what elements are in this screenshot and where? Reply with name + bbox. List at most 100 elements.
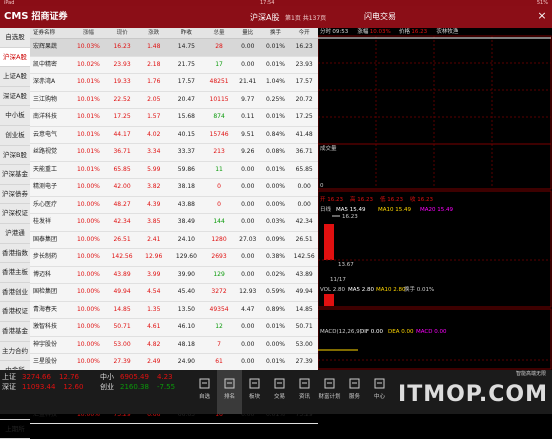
tab-trade[interactable]: 交易 <box>267 370 292 414</box>
cell-ratio: 0.00 <box>241 43 255 50</box>
cell-price: 50.71 <box>113 323 131 330</box>
table-row[interactable]: 丝路视觉 10.01% 36.71 3.34 33.37 213 9.26 0.08% 36.7… <box>30 144 318 162</box>
cell-open: 65.85 <box>295 165 313 173</box>
cell-price: 36.71 <box>113 148 131 155</box>
sidebar-item[interactable]: 香港指数 <box>0 244 30 264</box>
sidebar-item[interactable]: 香港主板 <box>0 263 30 283</box>
kline-high-label: 16.23 <box>342 214 358 220</box>
table-row[interactable]: 青海春天 10.00% 14.85 1.35 13.50 49354 4.47 0.89% 14… <box>30 302 318 319</box>
cell-prev: 14.75 <box>177 43 195 50</box>
tab-star[interactable]: 自选 <box>192 370 217 414</box>
table-row[interactable]: 激智科技 10.00% 50.71 4.61 46.10 12 0.00 0.01% 50.71 <box>30 319 318 337</box>
cell-turn: 0.00% <box>265 340 285 348</box>
flash-trade-button[interactable]: 闪电交易 <box>364 11 396 22</box>
sidebar-item[interactable]: 沪深B股 <box>0 146 30 166</box>
table-row[interactable]: 国泰集团 10.00% 26.51 2.41 24.10 1280 27.03 0.09% 26… <box>30 232 318 249</box>
table-row[interactable]: 博迈科 10.00% 43.89 3.99 39.90 129 0.00 0.02% 43.89 <box>30 267 318 284</box>
column-header[interactable]: 现价 <box>106 28 138 38</box>
sidebar-item[interactable]: 上期所 <box>0 420 30 439</box>
table-row[interactable]: 精测电子 10.00% 42.00 3.82 38.18 0 0.00 0.00% 0.00 <box>30 179 318 197</box>
table-row[interactable]: 乐心医疗 10.00% 48.27 4.39 43.88 0 0.00 0.00% 0.00 <box>30 197 318 214</box>
table-row[interactable]: 国检集团 10.00% 49.94 4.54 45.40 3272 12.93 0.59% 49… <box>30 284 318 302</box>
table-row[interactable]: 桂发祥 10.00% 42.34 3.85 38.49 144 0.00 0.03% 42.34 <box>30 214 318 232</box>
service-icon <box>349 378 360 389</box>
cell-name: 宏辉果蔬 <box>33 43 58 50</box>
table-row[interactable]: 三江购物 10.01% 22.52 2.05 20.47 10115 9.77 0.25% 20… <box>30 92 318 109</box>
index-quote[interactable]: 中小 6905.49 4.23 <box>100 372 173 382</box>
column-header[interactable]: 换手 <box>261 28 291 38</box>
sidebar-item[interactable]: 深证A股 <box>0 87 30 107</box>
sidebar-item[interactable]: 创业板 <box>0 126 30 146</box>
tab-center[interactable]: 中心 <box>367 370 392 414</box>
table-row[interactable]: 天能重工 10.01% 65.85 5.99 59.86 11 0.00 0.01% 65.85 <box>30 162 318 179</box>
cell-price: 44.17 <box>113 130 131 138</box>
sidebar-item[interactable]: 中小板 <box>0 106 30 126</box>
tab-sector[interactable]: 板块 <box>242 370 267 414</box>
column-header[interactable]: 昨收 <box>170 28 204 38</box>
bottom-bar: 上证 3274.66 12.76 深证 11093.44 12.60 中小 6905.49 4.… <box>0 370 552 414</box>
column-header[interactable]: 量比 <box>235 28 261 38</box>
sidebar-item[interactable]: 香港权证 <box>0 302 30 322</box>
cell-vol: 12 <box>215 323 223 330</box>
cell-chg: 12.96 <box>145 253 163 260</box>
sidebar-item[interactable]: 上证A股 <box>0 67 30 87</box>
stock-chart-panel[interactable]: 分时 09:53 涨幅 10.03% 价格 16.23 农林牧渔 成交量 0 开 16.23 高 1… <box>318 28 552 370</box>
column-header[interactable]: 今开 <box>290 28 318 38</box>
sidebar-item[interactable]: 自选股 <box>0 28 30 48</box>
column-header[interactable]: 总量 <box>203 28 235 38</box>
cell-name: 桂发祥 <box>33 218 52 225</box>
sidebar-item[interactable]: 沪深债券 <box>0 185 30 205</box>
table-row[interactable]: 深赤湾A 10.01% 19.33 1.76 17.57 48251 21.41 1.04% 1… <box>30 74 318 92</box>
vol-bar <box>324 294 334 306</box>
tab-service[interactable]: 服务 <box>342 370 367 414</box>
index-quote[interactable]: 创业 2160.38 -7.55 <box>100 382 175 392</box>
cell-chg: 4.39 <box>147 200 161 208</box>
index-quote[interactable]: 深证 11093.44 12.60 <box>2 382 83 392</box>
cell-open: 17.25 <box>295 113 313 120</box>
close-icon[interactable]: × <box>536 9 548 23</box>
sidebar-item[interactable]: 香港基金 <box>0 322 30 342</box>
table-row[interactable]: 三星股份 10.00% 27.39 2.49 24.90 61 0.00 0.01% 27.39 <box>30 354 318 372</box>
sidebar-item[interactable]: 主力合约 <box>0 342 30 362</box>
cell-open: 27.39 <box>295 358 313 365</box>
sidebar-item[interactable]: 沪深A股 <box>0 47 30 68</box>
sidebar-item[interactable]: 沪港通 <box>0 224 30 244</box>
column-header[interactable]: 涨跌 <box>138 28 170 38</box>
cell-prev: 48.18 <box>177 340 195 348</box>
tab-news[interactable]: 资讯 <box>292 370 317 414</box>
index-value: 11093.44 <box>22 383 56 391</box>
sidebar-item[interactable]: 香港创业 <box>0 283 30 303</box>
table-row[interactable]: 宏辉果蔬 10.03% 16.23 1.48 14.75 28 0.00 0.01% 16.23 <box>30 39 318 57</box>
sidebar-item[interactable]: 沪深基金 <box>0 165 30 185</box>
table-row[interactable]: 云意电气 10.01% 44.17 4.02 40.15 15746 9.51 0.84% 41… <box>30 127 318 144</box>
watermark: ITMOP.COM <box>398 382 548 407</box>
cell-price: 43.89 <box>113 270 131 278</box>
cell-name: 深赤湾A <box>33 78 56 85</box>
cell-turn: 0.02% <box>265 270 285 278</box>
tab-rank[interactable]: 排名 <box>217 370 242 414</box>
table-row[interactable]: 步长制药 10.00% 142.56 12.96 129.60 2693 0.00 0.38%… <box>30 249 318 267</box>
market-title[interactable]: 沪深A股 <box>250 12 279 23</box>
cell-pct: 10.00% <box>76 270 100 278</box>
tab-wealth[interactable]: 财富计划 <box>317 370 342 414</box>
logo-text: CMS <box>4 11 29 22</box>
sidebar-item[interactable]: 沪深权证 <box>0 204 30 224</box>
cell-ratio: 12.93 <box>239 288 257 295</box>
column-header[interactable]: 涨幅 <box>71 28 107 38</box>
cell-pct: 10.01% <box>76 148 100 155</box>
table-row[interactable]: 神宇股份 10.00% 53.00 4.82 48.18 7 0.00 0.00% 53.00 <box>30 337 318 354</box>
cell-price: 53.00 <box>113 340 131 348</box>
column-header[interactable]: 证券名称 <box>30 28 71 38</box>
table-row[interactable]: 南洋科技 10.01% 17.25 1.57 15.68 874 0.11 0.01% 17.2… <box>30 109 318 127</box>
index-quote[interactable]: 上证 3274.66 12.76 <box>2 372 79 382</box>
cell-pct: 10.00% <box>76 288 100 295</box>
cell-turn: 0.01% <box>265 323 285 330</box>
cell-ratio: 21.41 <box>239 78 257 85</box>
table-body: 宏辉果蔬 10.03% 16.23 1.48 14.75 28 0.00 0.01% 16.23… <box>30 39 318 424</box>
cell-pct: 10.00% <box>76 218 100 225</box>
wealth-icon <box>324 378 335 389</box>
cell-name: 国检集团 <box>33 288 58 295</box>
cell-open: 49.94 <box>295 288 313 295</box>
table-row[interactable]: 凯中精密 10.02% 23.93 2.18 21.75 17 0.00 0.01% 23.93 <box>30 57 318 74</box>
cell-ratio: 0.11 <box>241 113 255 120</box>
